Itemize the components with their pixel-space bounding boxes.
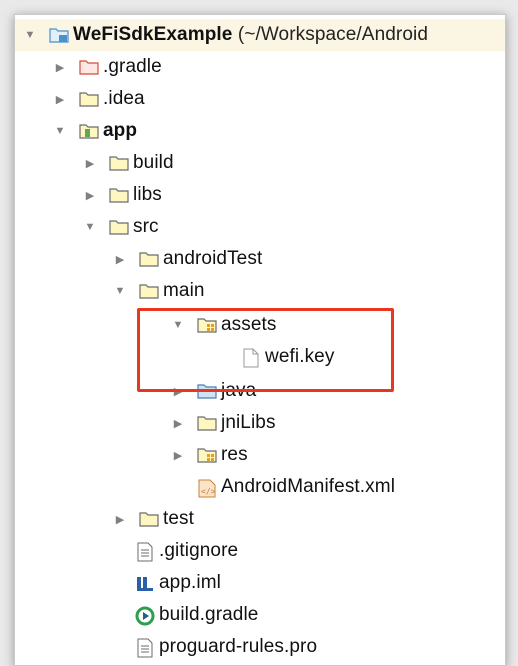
project-path: (~/Workspace/Android bbox=[232, 24, 428, 45]
triangle-right-icon[interactable]: ▶ bbox=[83, 147, 97, 179]
triangle-right-icon[interactable]: ▶ bbox=[83, 179, 97, 211]
triangle-down-icon[interactable]: ▼ bbox=[53, 115, 67, 147]
tree-row-test[interactable]: ▶ test bbox=[15, 503, 505, 535]
tree-row-project[interactable]: ▼ WeFiSdkExample (~/Workspace/Android bbox=[15, 19, 505, 51]
folder-icon bbox=[139, 282, 159, 300]
folder-icon bbox=[79, 90, 99, 108]
tree-row-src[interactable]: ▼ src bbox=[15, 211, 505, 243]
project-name: WeFiSdkExample (~/Workspace/Android bbox=[73, 24, 428, 45]
triangle-right-icon[interactable]: ▶ bbox=[171, 439, 185, 471]
module-folder-icon bbox=[79, 122, 99, 140]
tree-row-proguard[interactable]: proguard-rules.pro bbox=[15, 631, 505, 663]
tree-label: test bbox=[163, 508, 195, 529]
tree-label: AndroidManifest.xml bbox=[221, 476, 396, 497]
triangle-down-icon[interactable]: ▼ bbox=[23, 19, 37, 51]
tree-row-gradle[interactable]: ▶ .gradle bbox=[15, 51, 505, 83]
folder-icon bbox=[139, 250, 159, 268]
triangle-right-icon[interactable]: ▶ bbox=[53, 51, 67, 83]
folder-icon bbox=[109, 218, 129, 236]
text-file-icon bbox=[135, 542, 155, 562]
tree-row-androidtest[interactable]: ▶ androidTest bbox=[15, 243, 505, 275]
highlight-box bbox=[137, 308, 394, 392]
resources-folder-icon bbox=[197, 446, 217, 464]
triangle-down-icon[interactable]: ▼ bbox=[113, 275, 127, 307]
tree-row-app[interactable]: ▼ app bbox=[15, 115, 505, 147]
folder-icon bbox=[109, 154, 129, 172]
xml-file-icon: </> bbox=[197, 478, 217, 498]
gradle-file-icon bbox=[135, 606, 155, 626]
svg-text:</>: </> bbox=[201, 487, 216, 496]
tree-row-app-iml[interactable]: app.iml bbox=[15, 567, 505, 599]
tree-label: main bbox=[163, 280, 205, 301]
tree-label: src bbox=[133, 216, 159, 237]
tree-label: .gradle bbox=[103, 56, 162, 77]
tree-label: build.gradle bbox=[159, 604, 259, 625]
tree-label: proguard-rules.pro bbox=[159, 636, 318, 657]
tree-label: build bbox=[133, 152, 174, 173]
tree-row-build[interactable]: ▶ build bbox=[15, 147, 505, 179]
tree-label: androidTest bbox=[163, 248, 263, 269]
project-tree-panel: ▼ WeFiSdkExample (~/Workspace/Android ▶ … bbox=[14, 14, 506, 666]
tree-label: .gitignore bbox=[159, 540, 239, 561]
triangle-right-icon[interactable]: ▶ bbox=[53, 83, 67, 115]
excluded-folder-icon bbox=[79, 58, 99, 76]
project-folder-icon bbox=[49, 26, 69, 44]
folder-icon bbox=[197, 414, 217, 432]
tree-label: jniLibs bbox=[221, 412, 276, 433]
tree-label: libs bbox=[133, 184, 162, 205]
text-file-icon bbox=[135, 638, 155, 658]
folder-icon bbox=[139, 510, 159, 528]
tree-row-jnilibs[interactable]: ▶ jniLibs bbox=[15, 407, 505, 439]
tree-row-main[interactable]: ▼ main bbox=[15, 275, 505, 307]
tree-row-res[interactable]: ▶ res bbox=[15, 439, 505, 471]
intellij-module-icon bbox=[135, 574, 155, 592]
tree-label: app bbox=[103, 120, 138, 141]
tree-row-idea[interactable]: ▶ .idea bbox=[15, 83, 505, 115]
tree-row-gitignore[interactable]: .gitignore bbox=[15, 535, 505, 567]
tree-row-libs[interactable]: ▶ libs bbox=[15, 179, 505, 211]
tree-row-build-gradle[interactable]: build.gradle bbox=[15, 599, 505, 631]
tree-row-manifest[interactable]: </> AndroidManifest.xml bbox=[15, 471, 505, 503]
folder-icon bbox=[109, 186, 129, 204]
triangle-down-icon[interactable]: ▼ bbox=[83, 211, 97, 243]
tree-label: res bbox=[221, 444, 248, 465]
tree-label: app.iml bbox=[159, 572, 221, 593]
triangle-right-icon[interactable]: ▶ bbox=[171, 407, 185, 439]
triangle-right-icon[interactable]: ▶ bbox=[113, 243, 127, 275]
tree-label: .idea bbox=[103, 88, 145, 109]
triangle-right-icon[interactable]: ▶ bbox=[113, 503, 127, 535]
